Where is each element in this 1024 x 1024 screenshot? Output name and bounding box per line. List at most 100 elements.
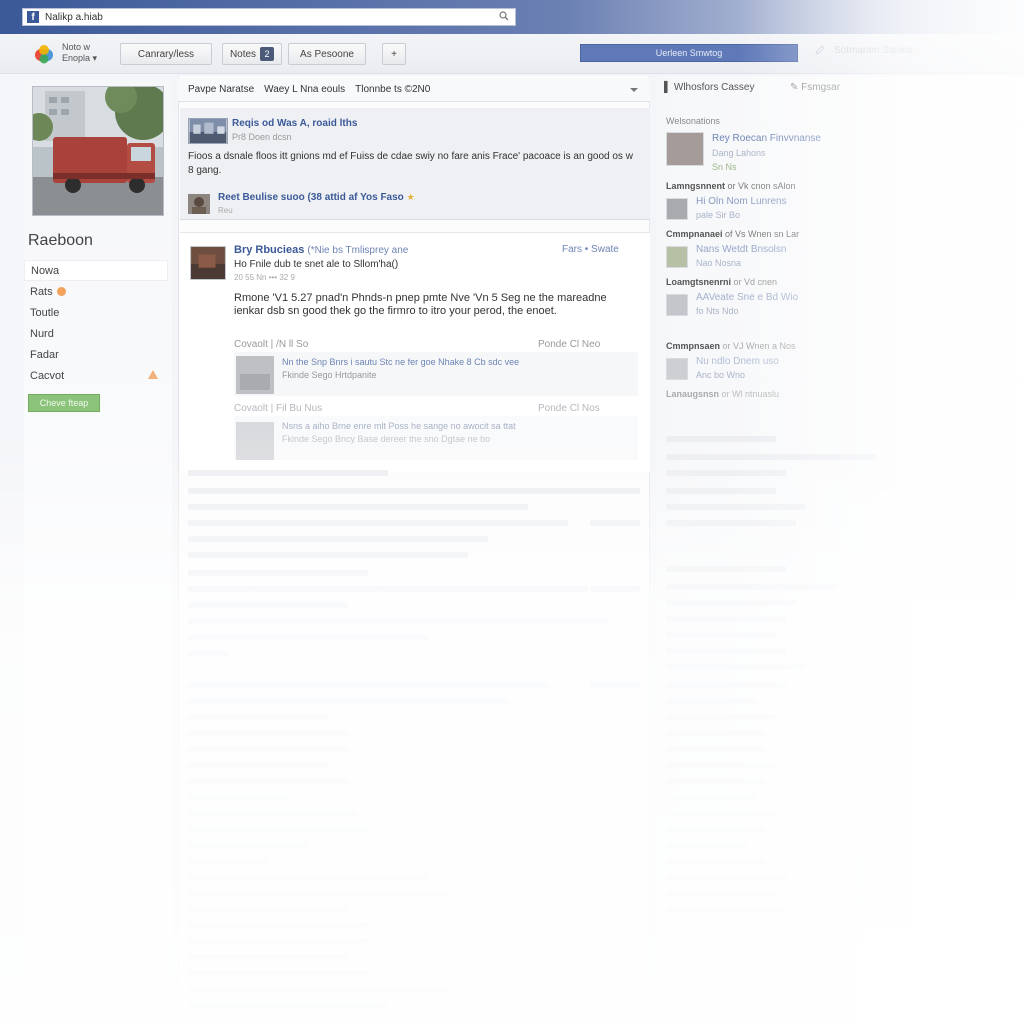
suggestion-title[interactable]: Nu ndlo Dnem uso [696,356,779,367]
company-button-label: Canrary/less [137,48,195,60]
pencil-icon: ✎ [790,82,799,93]
pencil-icon [815,45,825,55]
nav-item-cacvot[interactable]: Cacvot [24,365,168,386]
notification-dot-icon [56,287,66,296]
post-meta[interactable]: Covaolt | /N ll So [234,339,308,350]
nav-item-home[interactable]: Nowa [24,260,168,281]
profile-button[interactable]: As Pesoone [288,43,366,65]
suggestion-title[interactable]: Hi Oln Nom Lunrens [696,196,787,207]
left-nav: Nowa Rats Toutle Nurd Fadar Cacvot [24,260,168,386]
post-headline: Ho Fnile dub te snet ale to Sllom'ha() [234,259,399,270]
comment-thumbnail[interactable] [236,422,274,460]
post-body: Rmone 'V1 5.27 pnad'n Phnds-n pnep pmte … [234,292,607,317]
avatar[interactable] [190,246,226,280]
comment-line: Nsns a aiho Brne enre mlt Poss he sange … [282,421,516,431]
suggestion-sub: Nao Nosna [696,258,742,268]
group-name: Cmmpnanaei [666,229,723,239]
user-menu[interactable]: Noto w Enopla ▾ [62,42,97,64]
create-button[interactable]: Cheve fteap [28,394,100,412]
bookmark-icon: ▌ [664,82,672,93]
right-section-title: Welsonations [666,116,720,126]
post-author[interactable]: Bry Rbucieas (*Nie bs Tmlisprey ane [234,244,408,256]
company-button[interactable]: Canrary/less [120,43,212,65]
nav-item-rats[interactable]: Rats [24,281,168,302]
chevron-down-icon[interactable] [630,88,638,92]
story-body: Fioos a dsnale floos itt gnions md ef Fu… [188,151,633,176]
group-rest: or Wl ntnuaslu [721,389,780,399]
suggestion-thumbnail[interactable] [666,198,688,220]
filter-c[interactable]: Tlonnbe ts ©2N0 [355,84,430,95]
suggestion-thumbnail[interactable] [666,246,688,268]
story-title[interactable]: Reqis od Was A, roaid lths [232,118,357,129]
suggestion-sub-2: Sn Ns [712,162,737,172]
left-sidebar [24,80,172,1024]
story-share-sub: Reu [218,206,233,215]
search-input[interactable]: Uerleen Smwtog [580,44,798,62]
toolbar-right-text: Sotmanen Sanlos [834,44,913,56]
suggestion-title[interactable]: Rey Roecan Finvvnanse [712,133,821,144]
suggestion-title[interactable]: AAVeate Sne e Bd Wio [696,292,798,303]
notes-count-badge: 2 [260,47,275,61]
star-icon: ★ [406,192,415,202]
nav-item-fadar[interactable]: Fadar [24,344,168,365]
profile-name: Raeboon [28,232,93,249]
right-header-text: Wlhosfors Cassey [673,82,755,93]
right-header-link-2[interactable]: ✎ Fsmgsar [790,82,840,93]
suggestion-group: Loamgtsnenrni or Vd cnen [666,277,777,287]
create-button-label: Cheve fteap [39,398,89,408]
chevron-down-icon: ▾ [90,53,98,63]
nav-item-label: Nowa [31,264,60,277]
search-icon[interactable] [499,11,509,21]
nav-item-toutle[interactable]: Toutle [24,302,168,323]
post-actions[interactable]: Fars • Swate [562,244,619,255]
notes-button-label: Notes [229,48,257,60]
nav-item-label: Cacvot [30,369,65,382]
post-meta-2-right[interactable]: Ponde Cl Nos [538,403,600,414]
suggestion-title[interactable]: Nans Wetdt Bnsolsn [696,244,786,255]
address-text: Nalikp a.hiab [45,11,103,23]
suggestion-sub: fo Nts Ndo [696,306,739,316]
post-meta-right[interactable]: Ponde Cl Neo [538,339,600,350]
story-share-line[interactable]: Reet Beulise suoo (38 attid af Yos Faso … [218,192,415,203]
post-author-name: Bry Rbucieas [234,244,305,256]
suggestion-group: Cmmpnanaei of Vs Wnen sn Lar [666,229,799,239]
comment-sub: Fkinde Sego Hrtdpanite [282,370,377,380]
group-rest: or Vk cnon sAlon [727,181,796,191]
comment-line: Nn the Snp Bnrs i sautu Stc ne fer goe N… [282,357,520,367]
app-logo-icon[interactable] [32,42,56,66]
story-thumbnail[interactable] [188,118,228,144]
post-timestamp: 20 55 Nn ••• 32 9 [234,273,295,282]
comment-text: Nsns a aiho Brne enre mlt Poss he sange … [282,420,622,446]
truck-photo [33,87,163,215]
suggestion-group: Lamngsnnent or Vk cnon sAlon [666,181,796,191]
group-rest: of Vs Wnen sn Lar [725,229,800,239]
toolbar-right-link[interactable]: Sotmanen Sanlos [814,44,913,56]
search-placeholder: Uerleen Smwtog [655,48,723,58]
suggestion-group: Cmmpnsaen or VJ Wnen a Nos [666,341,796,351]
comment-thumbnail[interactable] [236,356,274,394]
address-bar[interactable]: f Nalikp a.hiab [22,8,516,26]
profile-picture[interactable] [32,86,164,216]
plus-icon: + [391,48,397,60]
nav-item-nurd[interactable]: Nurd [24,323,168,344]
add-button[interactable]: + [382,43,406,65]
notes-button[interactable]: Notes 2 [222,43,282,65]
comment-sub: Fkinde Sego Bncy Base dereer the sno Dgt… [282,434,491,444]
post-author-suffix: (*Nie bs Tmlisprey ane [307,245,409,256]
filter-b[interactable]: Waey L Nna eouls [264,84,345,95]
suggestion-thumbnail[interactable] [666,294,688,316]
right-header-link[interactable]: ▌ Wlhosfors Cassey [664,82,754,93]
feed-filter-bar[interactable]: Pavpe Naratse Waey L Nna eouls Tlonnbe t… [178,78,650,102]
facebook-favicon-icon: f [27,11,39,23]
post-meta-2[interactable]: Covaolt | Fil Bu Nus [234,403,322,414]
right-header-text-2: Fsmgsar [801,82,841,93]
comment-text: Nn the Snp Bnrs i sautu Stc ne fer goe N… [282,356,622,382]
group-name: Cmmpnsaen [666,341,721,351]
suggestion-thumbnail[interactable] [666,132,704,166]
filter-a[interactable]: Pavpe Naratse [188,84,254,95]
suggestion-thumbnail[interactable] [666,358,688,380]
story-share-text: Reet Beulise suoo (38 attid af Yos Faso [218,192,404,203]
avatar[interactable] [188,194,210,214]
nav-item-label: Rats [30,285,53,298]
user-menu-line1: Noto w [62,42,91,52]
